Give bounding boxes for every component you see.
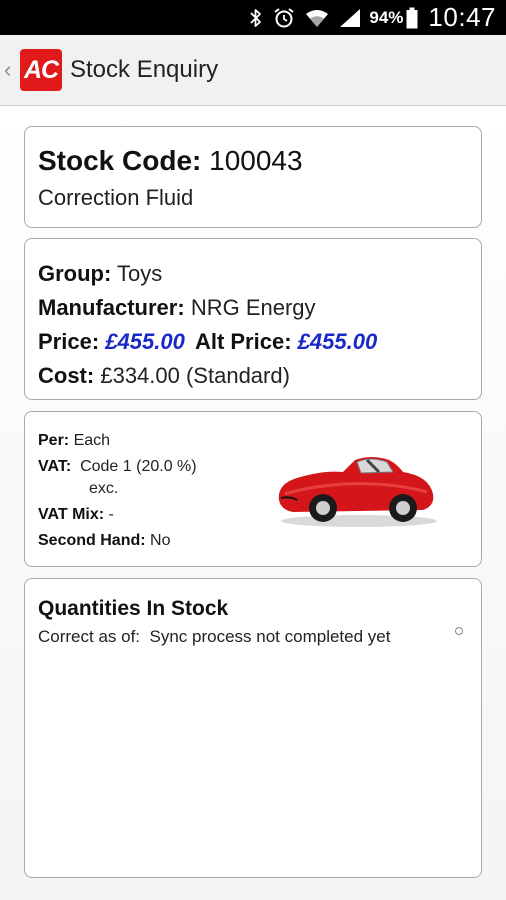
price-value: £455.00 bbox=[105, 329, 185, 354]
cost-row: Cost: £334.00 (Standard) bbox=[38, 359, 481, 393]
cost-value: £334.00 (Standard) bbox=[100, 363, 290, 388]
app-logo[interactable]: AC bbox=[20, 49, 62, 91]
attributes-card: Per: Each VAT: Code 1 (20.0 %) exc. VAT … bbox=[24, 411, 482, 567]
manufacturer-row: Manufacturer: NRG Energy bbox=[38, 291, 481, 325]
alarm-icon bbox=[273, 7, 295, 29]
status-bar: 94% 10:47 bbox=[0, 0, 506, 35]
per-label: Per: bbox=[38, 432, 70, 449]
second-hand-row: Second Hand: No bbox=[38, 528, 481, 554]
stock-description: Correction Fluid bbox=[38, 185, 194, 210]
chevron-left-icon[interactable]: ‹ bbox=[4, 57, 18, 83]
group-label: Group: bbox=[38, 261, 112, 286]
manufacturer-label: Manufacturer: bbox=[38, 295, 185, 320]
details-card: Group: Toys Manufacturer: NRG Energy Pri… bbox=[24, 238, 482, 400]
action-bar: ‹ AC Stock Enquiry bbox=[0, 35, 506, 106]
vat-mix-label: VAT Mix: bbox=[38, 506, 105, 523]
correct-as-of-value: Sync process not completed yet bbox=[149, 627, 391, 646]
price-label: Price: bbox=[38, 329, 100, 354]
vat-mix-value: - bbox=[108, 506, 114, 523]
loading-spinner-icon bbox=[455, 627, 463, 635]
per-value: Each bbox=[73, 432, 111, 449]
correct-as-of-label: Correct as of: bbox=[38, 627, 141, 646]
vat-label: VAT: bbox=[38, 458, 72, 475]
group-value: Toys bbox=[117, 261, 163, 286]
stock-code-label: Stock Code: bbox=[38, 145, 202, 176]
quantities-title: Quantities In Stock bbox=[38, 597, 229, 620]
correct-as-of: Correct as of: Sync process not complete… bbox=[38, 627, 481, 647]
product-image[interactable] bbox=[271, 450, 441, 530]
second-hand-value: No bbox=[150, 532, 171, 549]
bluetooth-icon bbox=[249, 8, 263, 28]
group-row: Group: Toys bbox=[38, 257, 481, 291]
clock: 10:47 bbox=[428, 2, 496, 32]
stock-code-line: Stock Code: 100043 bbox=[38, 145, 481, 177]
alt-price-label: Alt Price: bbox=[194, 329, 292, 354]
price-row: Price: £455.00 Alt Price: £455.00 bbox=[38, 325, 481, 359]
second-hand-label: Second Hand: bbox=[38, 532, 146, 549]
battery-percent: 94% bbox=[369, 7, 404, 27]
alt-price-value: £455.00 bbox=[297, 329, 378, 354]
page-title: Stock Enquiry bbox=[70, 56, 219, 83]
cost-label: Cost: bbox=[38, 363, 95, 388]
content-area: Stock Code: 100043 Correction Fluid Grou… bbox=[0, 106, 506, 900]
manufacturer-value: NRG Energy bbox=[190, 295, 316, 320]
stock-code-card: Stock Code: 100043 Correction Fluid bbox=[24, 126, 482, 228]
battery-icon bbox=[406, 7, 418, 29]
quantities-card: Quantities In Stock Correct as of: Sync … bbox=[24, 578, 482, 878]
cell-signal-icon bbox=[339, 8, 361, 28]
stock-code-value: 100043 bbox=[209, 145, 303, 176]
wifi-icon bbox=[305, 8, 329, 28]
